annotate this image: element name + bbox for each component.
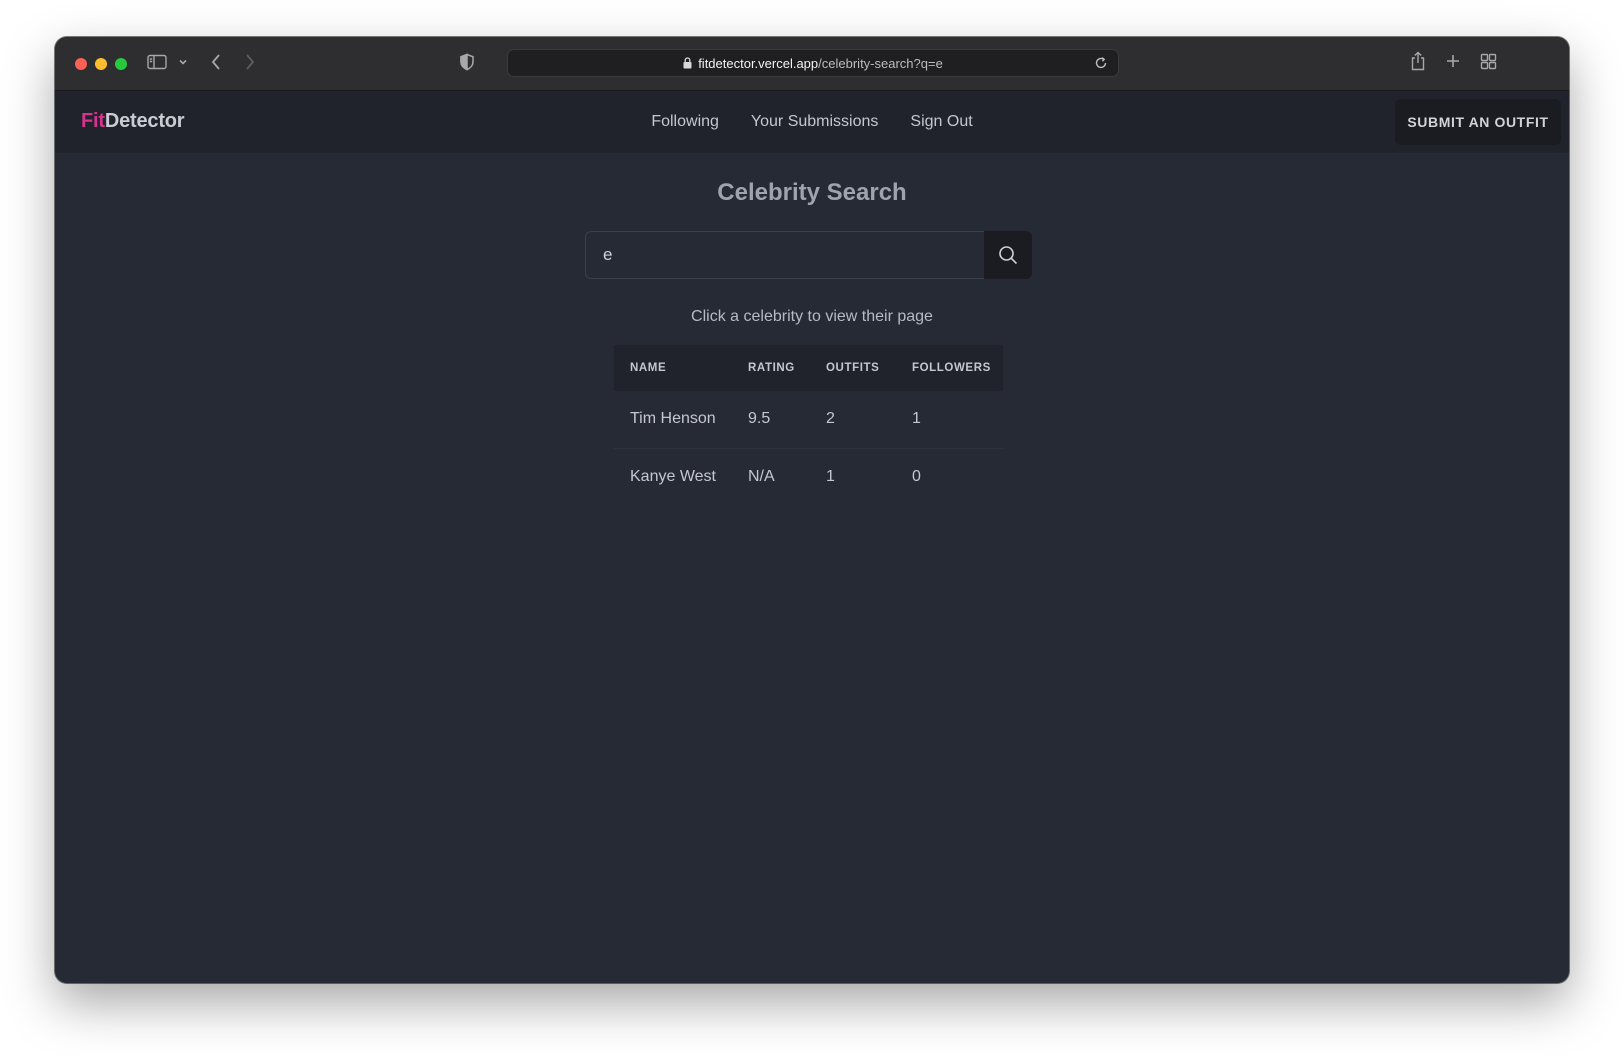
celebrity-outfits: 1 [826, 467, 835, 485]
page-title: Celebrity Search [717, 179, 907, 206]
tab-overview-icon[interactable] [1480, 53, 1497, 70]
nav-sign-out[interactable]: Sign Out [910, 113, 972, 131]
celebrity-outfits: 2 [810, 391, 896, 449]
celebrity-followers: 0 [912, 467, 921, 485]
share-icon[interactable] [1410, 51, 1426, 71]
search-button[interactable] [984, 231, 1032, 279]
celebrity-followers: 1 [896, 391, 1003, 449]
logo-detector: Detector [104, 110, 185, 132]
celebrity-rating: 9.5 [732, 391, 810, 449]
celebrity-results-table: NAME RATING OUTFITS FOLLOWERS Tim Henson… [614, 345, 1003, 505]
url-path: /celebrity-search?q=e [818, 55, 943, 71]
nav-your-submissions[interactable]: Your Submissions [751, 113, 878, 131]
search-icon [998, 245, 1018, 265]
url-host: fitdetector.vercel.app [698, 55, 819, 71]
table-header-row: NAME RATING OUTFITS FOLLOWERS [614, 345, 1003, 391]
maximize-window-button[interactable] [115, 58, 127, 70]
table-row[interactable]: Tim Henson 9.5 2 1 [614, 391, 1003, 449]
browser-window: fitdetector.vercel.app/celebrity-search?… [55, 37, 1569, 983]
browser-toolbar: fitdetector.vercel.app/celebrity-search?… [55, 37, 1569, 91]
main-nav: Following Your Submissions Sign Out [55, 91, 1569, 153]
site-header: FitDetector Following Your Submissions S… [55, 91, 1569, 153]
site-logo[interactable]: FitDetector [81, 110, 185, 133]
chevron-down-icon[interactable] [178, 57, 188, 67]
privacy-shield-icon[interactable] [459, 53, 475, 71]
logo-fit: Fit [81, 110, 105, 132]
celebrity-rating: N/A [748, 467, 775, 485]
sidebar-toggle-icon[interactable] [147, 54, 167, 70]
header-followers: FOLLOWERS [912, 362, 991, 374]
celebrity-name: Kanye West [630, 467, 716, 485]
reload-icon[interactable] [1094, 56, 1108, 73]
forward-icon[interactable] [244, 53, 256, 71]
new-tab-icon[interactable] [1445, 53, 1461, 69]
search-hint: Click a celebrity to view their page [691, 308, 933, 325]
header-outfits: OUTFITS [826, 362, 880, 374]
submit-outfit-button[interactable]: SUBMIT AN OUTFIT [1395, 99, 1561, 145]
search-bar [585, 231, 1032, 279]
address-bar[interactable]: fitdetector.vercel.app/celebrity-search?… [507, 49, 1119, 77]
header-rating: RATING [748, 362, 795, 374]
table-row[interactable]: Kanye West N/A 1 0 [614, 448, 1003, 505]
close-window-button[interactable] [75, 58, 87, 70]
celebrity-name: Tim Henson [614, 391, 732, 449]
nav-following[interactable]: Following [651, 113, 719, 131]
back-icon[interactable] [210, 53, 222, 71]
minimize-window-button[interactable] [95, 58, 107, 70]
search-input[interactable] [585, 231, 984, 279]
lock-icon [683, 57, 692, 69]
header-name: NAME [630, 362, 667, 374]
